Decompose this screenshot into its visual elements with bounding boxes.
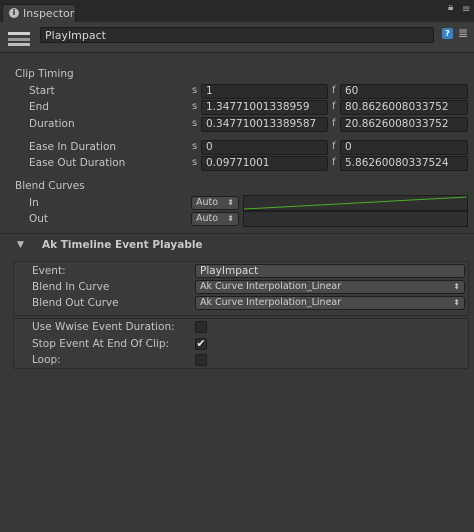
loop-label: Loop: bbox=[32, 354, 61, 366]
lock-icon[interactable]: 🔒︎ bbox=[448, 2, 453, 13]
dropdown-arrow-icon: ⬍ bbox=[453, 298, 460, 307]
blend-in-label: In bbox=[29, 197, 39, 209]
blend-out-curve-dropdown[interactable]: Ak Curve Interpolation_Linear ⬍ bbox=[195, 296, 465, 310]
help-icon[interactable]: ? bbox=[442, 28, 453, 39]
use-wwise-duration-label: Use Wwise Event Duration: bbox=[32, 321, 175, 333]
event-object-field[interactable]: PlayImpact bbox=[195, 264, 465, 278]
ease-in-f-unit: f bbox=[332, 141, 336, 152]
inspector-header: PlayImpact ? ≣ bbox=[0, 22, 474, 53]
ease-out-label: Ease Out Duration bbox=[29, 157, 126, 169]
blend-in-curve-line bbox=[244, 196, 467, 210]
object-name-field[interactable]: PlayImpact bbox=[40, 27, 434, 43]
dropdown-arrow-icon: ⬍ bbox=[227, 198, 234, 207]
start-frames-field[interactable]: 60 bbox=[340, 84, 468, 99]
ease-in-seconds-field[interactable]: 0 bbox=[201, 140, 328, 155]
blend-out-curve-label: Blend Out Curve bbox=[32, 297, 119, 309]
blend-in-curve[interactable] bbox=[243, 195, 468, 211]
duration-s-unit: s bbox=[192, 118, 198, 129]
clip-timing-title: Clip Timing bbox=[15, 68, 74, 80]
blend-out-label: Out bbox=[29, 213, 49, 225]
start-f-unit: f bbox=[332, 85, 336, 96]
blend-in-curve-graph bbox=[244, 196, 467, 210]
stop-event-label: Stop Event At End Of Clip: bbox=[32, 338, 170, 350]
duration-seconds-field[interactable]: 0.347710013389587 bbox=[201, 117, 328, 132]
end-frames-field[interactable]: 80.8626008033752 bbox=[340, 100, 468, 115]
section-divider bbox=[0, 233, 474, 234]
end-s-unit: s bbox=[192, 101, 198, 112]
menu-icon[interactable]: ≡ bbox=[462, 4, 470, 15]
end-f-unit: f bbox=[332, 101, 336, 112]
blend-in-mode-value: Auto bbox=[196, 197, 219, 208]
end-label: End bbox=[29, 101, 49, 113]
blend-in-mode-dropdown[interactable]: Auto ⬍ bbox=[191, 196, 239, 210]
info-icon: i bbox=[9, 8, 19, 18]
tab-inspector[interactable]: i Inspector bbox=[2, 4, 76, 22]
foldout-arrow-icon[interactable]: ▼ bbox=[17, 240, 24, 250]
ease-out-seconds-field[interactable]: 0.09771001 bbox=[201, 156, 328, 171]
ease-out-f-unit: f bbox=[332, 157, 336, 168]
tab-bar: i Inspector 🔒︎ ≡ bbox=[0, 0, 474, 23]
checkmark-icon: ✔ bbox=[196, 337, 206, 350]
settings-icon[interactable]: ≣ bbox=[458, 26, 468, 40]
blend-in-curve-value: Ak Curve Interpolation_Linear bbox=[200, 281, 342, 292]
blend-out-mode-value: Auto bbox=[196, 213, 219, 224]
blend-out-mode-dropdown[interactable]: Auto ⬍ bbox=[191, 212, 239, 226]
ease-out-s-unit: s bbox=[192, 157, 198, 168]
dropdown-arrow-icon: ⬍ bbox=[453, 282, 460, 291]
start-seconds-field[interactable]: 1 bbox=[201, 84, 328, 99]
dropdown-arrow-icon: ⬍ bbox=[227, 214, 234, 223]
blend-in-curve-label: Blend In Curve bbox=[32, 281, 110, 293]
tab-label: Inspector bbox=[23, 7, 75, 20]
end-seconds-field[interactable]: 1.34771001338959 bbox=[201, 100, 328, 115]
start-label: Start bbox=[29, 85, 55, 97]
use-wwise-duration-checkbox[interactable] bbox=[195, 321, 207, 333]
blend-in-curve-dropdown[interactable]: Ak Curve Interpolation_Linear ⬍ bbox=[195, 280, 465, 294]
duration-f-unit: f bbox=[332, 118, 336, 129]
ease-in-s-unit: s bbox=[192, 141, 198, 152]
timeline-clip-icon bbox=[8, 32, 30, 46]
duration-frames-field[interactable]: 20.8626008033752 bbox=[340, 117, 468, 132]
duration-label: Duration bbox=[29, 118, 75, 130]
blend-out-curve-value: Ak Curve Interpolation_Linear bbox=[200, 297, 342, 308]
ease-in-label: Ease In Duration bbox=[29, 141, 117, 153]
playable-title: Ak Timeline Event Playable bbox=[42, 239, 203, 251]
event-label: Event: bbox=[32, 265, 66, 277]
ease-out-frames-field[interactable]: 5.86260080337524 bbox=[340, 156, 468, 171]
start-s-unit: s bbox=[192, 85, 198, 96]
blend-out-curve[interactable] bbox=[243, 211, 468, 227]
stop-event-checkbox[interactable]: ✔ bbox=[195, 338, 207, 350]
loop-checkbox[interactable] bbox=[195, 354, 207, 366]
ease-in-frames-field[interactable]: 0 bbox=[340, 140, 468, 155]
blend-curves-title: Blend Curves bbox=[15, 180, 85, 192]
